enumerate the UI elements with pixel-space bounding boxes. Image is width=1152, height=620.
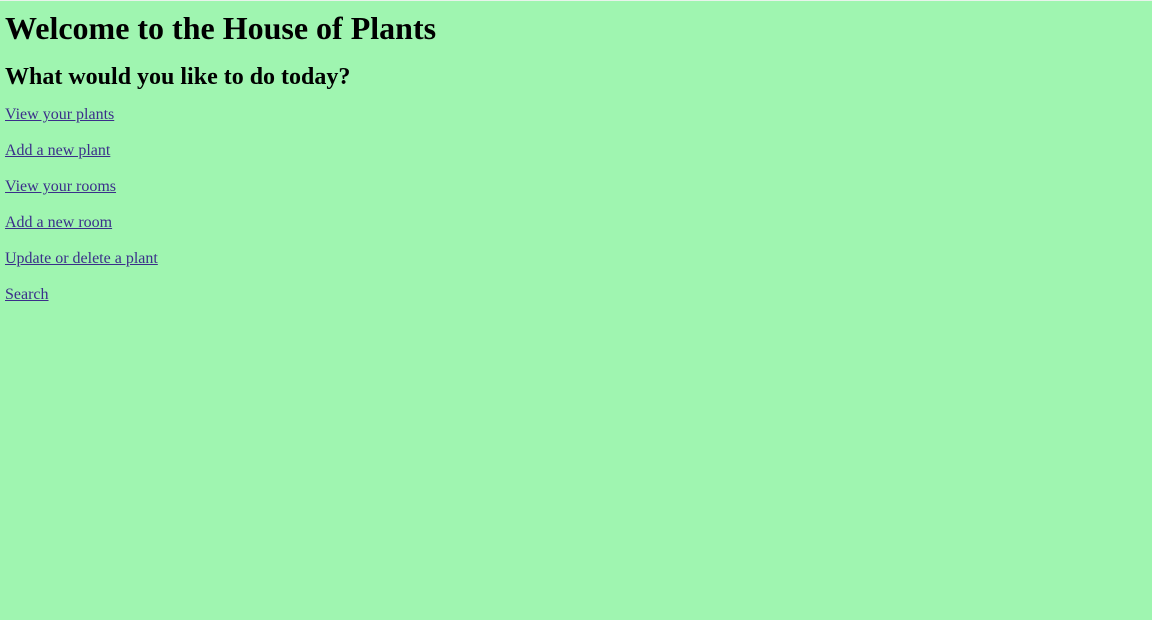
link-row-view-plants: View your plants <box>5 105 1152 125</box>
link-row-add-plant: Add a new plant <box>5 141 1152 161</box>
page-container: Welcome to the House of Plants What woul… <box>0 10 1152 305</box>
add-plant-link[interactable]: Add a new plant <box>5 142 110 159</box>
page-subtitle: What would you like to do today? <box>5 64 351 90</box>
link-row-view-rooms: View your rooms <box>5 177 1152 197</box>
action-links: View your plants Add a new plant View yo… <box>5 105 1152 305</box>
link-row-search: Search <box>5 285 1152 305</box>
update-delete-plant-link[interactable]: Update or delete a plant <box>5 250 158 267</box>
link-row-update-delete-plant: Update or delete a plant <box>5 249 1152 269</box>
search-link[interactable]: Search <box>5 286 49 303</box>
view-rooms-link[interactable]: View your rooms <box>5 178 116 195</box>
view-plants-link[interactable]: View your plants <box>5 106 114 123</box>
page-title: Welcome to the House of Plants <box>5 10 437 46</box>
link-row-add-room: Add a new room <box>5 213 1152 233</box>
add-room-link[interactable]: Add a new room <box>5 214 112 231</box>
